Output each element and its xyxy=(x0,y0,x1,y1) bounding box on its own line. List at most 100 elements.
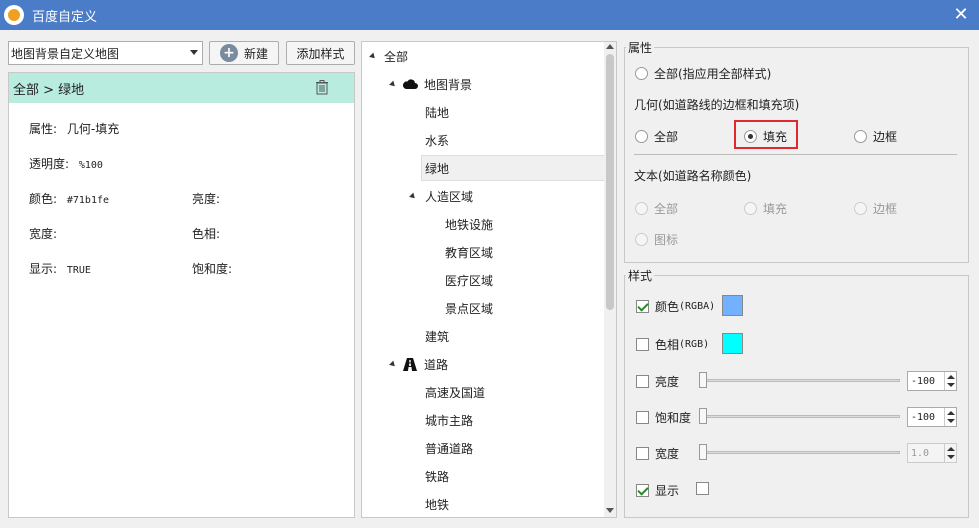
radio-circle xyxy=(744,202,757,215)
prop-display-label: 显示: xyxy=(29,262,58,276)
stepper-value: -100 xyxy=(911,375,936,387)
new-button[interactable]: + 新建 xyxy=(209,41,279,65)
add-style-button[interactable]: 添加样式 xyxy=(286,41,355,65)
radio-text-icon[interactable]: 图标 xyxy=(635,231,678,248)
checkbox-box xyxy=(696,482,709,495)
width-stepper[interactable]: 1.0 xyxy=(907,443,957,463)
scrollbar-thumb[interactable] xyxy=(606,54,614,310)
tree-item-highway[interactable]: 高速及国道 xyxy=(425,379,485,405)
stepper-arrows-icon[interactable] xyxy=(944,408,956,426)
saturation-checkbox[interactable]: 饱和度 xyxy=(636,409,691,426)
saturation-slider-handle[interactable] xyxy=(699,408,707,424)
radio-label: 边框 xyxy=(873,202,898,216)
radio-circle xyxy=(635,202,648,215)
radio-geometry-border[interactable]: 边框 xyxy=(854,128,897,145)
expand-arrow-icon[interactable] xyxy=(369,52,377,60)
display-checkbox[interactable]: 显示 xyxy=(636,482,679,499)
section-label: 文本(如道路名称颜色) xyxy=(634,169,752,183)
checkbox-label: 显示 xyxy=(655,484,680,498)
width-slider[interactable] xyxy=(700,451,900,454)
prop-attribute: 属性: 几何-填充 xyxy=(29,120,119,137)
stepper-arrows-icon[interactable] xyxy=(944,372,956,390)
prop-display-value: TRUE xyxy=(66,265,91,276)
text-section-label: 文本(如道路名称颜色) xyxy=(634,167,751,184)
radio-label: 边框 xyxy=(873,130,898,144)
prop-hue-label: 色相: xyxy=(192,227,221,241)
map-style-select[interactable]: 地图背景自定义地图 xyxy=(8,41,203,65)
tree-item-label: 全部 xyxy=(384,49,409,64)
width-slider-handle[interactable] xyxy=(699,444,707,460)
tree-item-label: 绿地 xyxy=(425,161,450,176)
checkbox-label: 色相 xyxy=(655,338,680,352)
tree-item-map-background[interactable]: 地图背景 xyxy=(389,71,472,97)
stepper-value: 1.0 xyxy=(911,447,930,459)
expand-arrow-icon[interactable] xyxy=(389,80,397,88)
chevron-down-icon xyxy=(190,50,198,55)
style-properties-panel: 全部 > 绿地 属性: 几何-填充 透明度: %100 颜色: #71b1fe … xyxy=(8,72,355,518)
brightness-stepper[interactable]: -100 xyxy=(907,371,957,391)
tree-item-subway[interactable]: 地铁 xyxy=(425,491,449,517)
tree-item-normal-road[interactable]: 普通道路 xyxy=(425,435,473,461)
radio-label: 填充 xyxy=(763,202,788,216)
radio-label: 图标 xyxy=(654,233,679,247)
stepper-arrows-icon[interactable] xyxy=(944,444,956,462)
radio-text-border[interactable]: 边框 xyxy=(854,200,897,217)
tree-item-man-made[interactable]: 人造区域 xyxy=(409,183,473,209)
saturation-slider[interactable] xyxy=(700,415,900,418)
prop-saturation: 饱和度: xyxy=(192,260,232,277)
tree-scrollbar[interactable] xyxy=(604,42,616,517)
tree-item-main-road[interactable]: 城市主路 xyxy=(425,407,473,433)
trash-icon[interactable] xyxy=(316,80,328,95)
radio-circle xyxy=(635,130,648,143)
brightness-checkbox[interactable]: 亮度 xyxy=(636,373,679,390)
color-checkbox[interactable]: 颜色 (RGBA) xyxy=(636,298,715,315)
checkbox-label: 饱和度 xyxy=(655,411,692,425)
radio-circle xyxy=(635,67,648,80)
tree-item-all[interactable]: 全部 xyxy=(369,43,409,69)
tree-item-railway[interactable]: 铁路 xyxy=(425,463,449,489)
expand-arrow-icon[interactable] xyxy=(409,192,417,200)
prop-brightness: 亮度: xyxy=(192,190,220,207)
checkbox-box-checked xyxy=(636,300,649,313)
radio-text-fill[interactable]: 填充 xyxy=(744,200,787,217)
breadcrumb-text: 全部 > 绿地 xyxy=(13,82,85,98)
tree-item-medical[interactable]: 医疗区域 xyxy=(445,267,493,293)
expand-arrow-icon[interactable] xyxy=(389,360,397,368)
tree-item-scenic[interactable]: 景点区域 xyxy=(445,295,493,321)
prop-width: 宽度: xyxy=(29,225,57,242)
radio-geometry-all[interactable]: 全部 xyxy=(635,128,678,145)
stepper-value: -100 xyxy=(911,411,936,423)
tree-item-education[interactable]: 教育区域 xyxy=(445,239,493,265)
display-value-checkbox[interactable] xyxy=(696,482,715,495)
close-button[interactable]: ✕ xyxy=(951,4,971,25)
tree-item-land[interactable]: 陆地 xyxy=(425,99,449,125)
hue-checkbox[interactable]: 色相 (RGB) xyxy=(636,336,709,353)
radio-text-all[interactable]: 全部 xyxy=(635,200,678,217)
hue-swatch[interactable] xyxy=(722,333,743,354)
color-swatch[interactable] xyxy=(722,295,743,316)
width-checkbox[interactable]: 宽度 xyxy=(636,445,679,462)
section-label: 几何(如道路线的边框和填充项) xyxy=(634,98,800,112)
scroll-up-icon[interactable] xyxy=(606,44,614,49)
window-title: 百度自定义 xyxy=(32,9,98,25)
tree-item-subway-facility[interactable]: 地铁设施 xyxy=(445,211,493,237)
highlight-box xyxy=(734,120,798,149)
radio-label: 全部(指应用全部样式) xyxy=(654,67,772,81)
brightness-slider[interactable] xyxy=(700,379,900,382)
prop-display: 显示: TRUE xyxy=(29,260,91,277)
tree-item-water[interactable]: 水系 xyxy=(425,127,449,153)
tree-item-label: 景点区域 xyxy=(445,301,494,316)
breadcrumb[interactable]: 全部 > 绿地 xyxy=(9,73,354,103)
cloud-icon xyxy=(402,79,418,89)
radio-circle xyxy=(854,130,867,143)
tree-item-road[interactable]: 道路 xyxy=(389,351,448,377)
road-icon xyxy=(403,357,417,371)
scroll-down-icon[interactable] xyxy=(606,508,614,513)
tree-item-building[interactable]: 建筑 xyxy=(425,323,449,349)
brightness-slider-handle[interactable] xyxy=(699,372,707,388)
tree-item-green[interactable]: 绿地 xyxy=(421,155,605,181)
prop-color-label: 颜色: xyxy=(29,192,58,206)
saturation-stepper[interactable]: -100 xyxy=(907,407,957,427)
radio-all-styles[interactable]: 全部(指应用全部样式) xyxy=(635,65,771,82)
tree-item-label: 铁路 xyxy=(425,469,450,484)
